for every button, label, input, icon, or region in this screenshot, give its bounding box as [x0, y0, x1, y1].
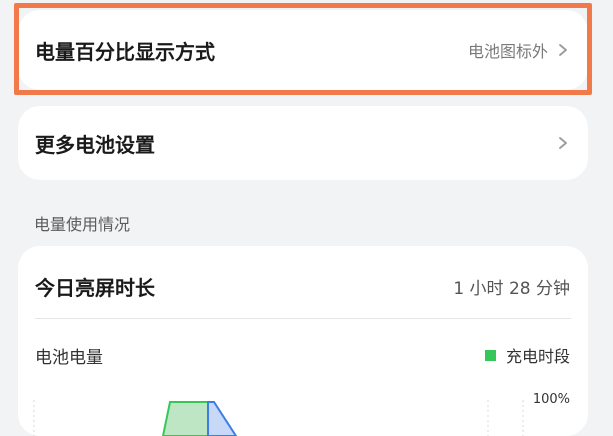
more-settings-title: 更多电池设置	[35, 132, 155, 157]
battery-level-header: 电池电量 充电时段	[18, 342, 588, 368]
usage-section-label: 电量使用情况	[34, 215, 131, 234]
percent-display-card: 电量百分比显示方式 电池图标外	[18, 10, 588, 90]
screen-time-label: 今日亮屏时长	[35, 275, 155, 300]
charging-legend: 充电时段	[484, 343, 570, 367]
battery-level-label: 电池电量	[35, 347, 103, 368]
more-settings-row[interactable]: 更多电池设置	[18, 106, 588, 180]
screen-time-value: 1 小时 28 分钟	[453, 278, 570, 299]
discharge-area	[207, 401, 238, 436]
divider	[35, 318, 571, 319]
usage-card: 今日亮屏时长 1 小时 28 分钟 电池电量 充电时段 100%	[18, 246, 588, 436]
percent-display-title: 电量百分比显示方式	[35, 39, 215, 64]
screen-time-row[interactable]: 今日亮屏时长 1 小时 28 分钟	[18, 258, 588, 314]
charging-swatch	[484, 349, 496, 361]
percent-display-value: 电池图标外	[467, 42, 548, 61]
percent-display-value-group: 电池图标外	[468, 38, 570, 62]
more-settings-card: 更多电池设置	[18, 106, 588, 180]
charging-legend-label: 充电时段	[505, 347, 570, 366]
percent-display-row[interactable]: 电量百分比显示方式 电池图标外	[18, 10, 588, 90]
battery-chart	[33, 400, 524, 436]
charging-area	[161, 401, 212, 436]
chevron-right-icon	[559, 137, 567, 149]
chevron-right-icon	[559, 44, 567, 56]
